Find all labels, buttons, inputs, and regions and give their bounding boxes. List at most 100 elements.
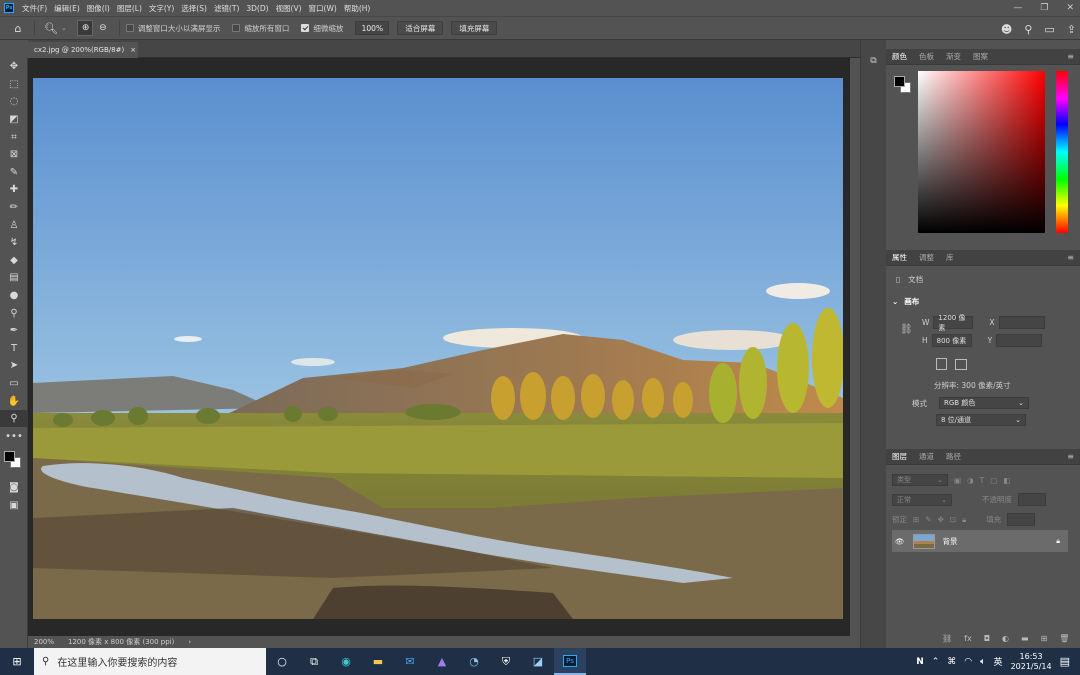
blend-mode-select[interactable]: 正常⌄ (892, 494, 952, 506)
close-tab-icon[interactable]: × (130, 46, 136, 54)
healing-brush-icon[interactable]: ✚ (0, 181, 28, 199)
frame-tool-icon[interactable]: ⊠ (0, 146, 28, 164)
tab-libraries[interactable]: 库 (946, 252, 954, 263)
chevron-up-icon[interactable]: ⌃ (932, 657, 940, 667)
marquee-tool-icon[interactable]: ⬚ (0, 76, 28, 94)
mode-select[interactable]: RGB 颜色⌄ (939, 397, 1029, 409)
new-layer-icon[interactable]: ⊞ (1041, 634, 1048, 643)
color-swatches[interactable] (0, 445, 28, 479)
screen-mode-icon[interactable]: ▣ (0, 497, 28, 515)
notes-icon[interactable]: ◪ (522, 648, 554, 675)
landscape-image[interactable] (33, 78, 843, 619)
hand-tool-icon[interactable]: ✋ (0, 392, 28, 410)
windows-start-icon[interactable]: ⊞ (0, 648, 34, 675)
tab-gradients[interactable]: 渐变 (946, 51, 961, 62)
restore-icon[interactable]: ❐ (1040, 3, 1048, 13)
lock-artboard-icon[interactable]: ⊡ (950, 515, 956, 524)
vertical-scrollbar[interactable] (850, 58, 860, 636)
volume-icon[interactable]: 🔈︎ (980, 657, 985, 667)
clock[interactable]: 16:53 2021/5/14 (1011, 652, 1052, 672)
chevron-down-icon[interactable]: ⌄ (61, 24, 67, 32)
blur-tool-icon[interactable]: ● (0, 287, 28, 305)
taskbar-search-box[interactable]: ⚲ 在这里输入你要搜索的内容 (34, 648, 266, 675)
tab-channels[interactable]: 通道 (919, 451, 934, 462)
lasso-tool-icon[interactable]: ◌ (0, 93, 28, 111)
lock-move-icon[interactable]: ✥ (938, 515, 944, 524)
fit-screen-button[interactable]: 适合屏幕 (397, 21, 443, 35)
add-mask-icon[interactable]: ◘ (984, 634, 990, 643)
app-icon[interactable]: ▲ (426, 648, 458, 675)
x-field[interactable] (999, 316, 1045, 329)
browser-icon[interactable]: ◔ (458, 648, 490, 675)
link-icon[interactable]: ⛓ (900, 324, 913, 335)
status-zoom[interactable]: 200% (34, 638, 54, 646)
zoom-tool-active-icon[interactable]: ⚲ (0, 410, 28, 428)
quick-mask-icon[interactable]: ◙ (0, 479, 28, 497)
delete-layer-icon[interactable]: 🗑︎ (1059, 634, 1069, 643)
opacity-field[interactable] (1018, 493, 1046, 506)
zoom-all-checkbox[interactable]: 缩放所有窗口 (232, 23, 289, 34)
notifications-icon[interactable]: ▤ (1060, 655, 1070, 668)
zoom-tool-icon[interactable]: 🔍︎ (41, 19, 61, 37)
filter-smart-icon[interactable]: ◧ (1003, 476, 1010, 485)
canvas-section-header[interactable]: ⌄ 画布 (892, 296, 919, 307)
portrait-icon[interactable] (936, 358, 947, 370)
layer-filter-select[interactable]: 类型⌄ (892, 474, 948, 486)
tab-properties[interactable]: 属性 (892, 252, 907, 263)
menu-3d[interactable]: 3D(D) (246, 4, 268, 13)
dodge-tool-icon[interactable]: ⚲ (0, 304, 28, 322)
pen-tool-icon[interactable]: ✒ (0, 322, 28, 340)
lock-all-icon[interactable]: 🔒︎ (962, 515, 966, 525)
cortana-icon[interactable]: ○ (266, 648, 298, 675)
clone-stamp-icon[interactable]: ♙ (0, 216, 28, 234)
eyedropper-tool-icon[interactable]: ✎ (0, 164, 28, 182)
task-view-icon[interactable]: ⧉ (298, 648, 330, 675)
fill-screen-button[interactable]: 填充屏幕 (451, 21, 497, 35)
filter-shape-icon[interactable]: ▢ (990, 476, 997, 485)
ime-indicator[interactable]: 英 (994, 655, 1003, 668)
filter-type-icon[interactable]: T (980, 476, 985, 485)
height-field[interactable]: 800 像素 (932, 334, 972, 347)
visibility-eye-icon[interactable]: 👁︎ (895, 537, 905, 546)
menu-type[interactable]: 文字(Y) (149, 3, 174, 14)
type-tool-icon[interactable]: T (0, 340, 28, 358)
depth-select[interactable]: 8 位/通道⌄ (936, 414, 1026, 426)
color-fg-swatch[interactable] (894, 76, 905, 87)
close-icon[interactable]: ✕ (1066, 3, 1074, 13)
security-icon[interactable]: ⛨ (490, 648, 522, 675)
menu-image[interactable]: 图像(I) (87, 3, 110, 14)
home-icon[interactable]: ⌂ (8, 19, 28, 37)
foreground-color-swatch[interactable] (4, 451, 15, 462)
rectangle-tool-icon[interactable]: ▭ (0, 375, 28, 393)
wifi-icon[interactable]: ◠ (964, 657, 972, 667)
adjustment-layer-icon[interactable]: ◐ (1002, 634, 1009, 643)
hue-slider[interactable] (1056, 71, 1068, 233)
search-icon[interactable]: ⚲ (1024, 23, 1032, 36)
zoom-in-icon[interactable]: ⊕ (77, 20, 93, 36)
fill-field[interactable] (1007, 513, 1035, 526)
menu-file[interactable]: 文件(F) (22, 3, 47, 14)
menu-edit[interactable]: 编辑(E) (54, 3, 80, 14)
panel-menu-icon[interactable]: ≡ (1067, 452, 1074, 461)
network-icon[interactable]: ⌘ (947, 657, 956, 667)
status-arrow-icon[interactable]: › (188, 638, 191, 646)
filter-pixel-icon[interactable]: ▣ (954, 476, 961, 485)
tab-color[interactable]: 颜色 (892, 51, 907, 62)
gradient-tool-icon[interactable]: ▤ (0, 269, 28, 287)
scrubby-zoom-checkbox[interactable]: 细微缩放 (301, 23, 343, 34)
color-picker-field[interactable] (918, 71, 1045, 233)
zoom-value-field[interactable]: 100% (355, 21, 389, 35)
y-field[interactable] (996, 334, 1042, 347)
menu-layer[interactable]: 图层(L) (117, 3, 142, 14)
photoshop-taskbar-icon[interactable]: Ps (554, 648, 586, 675)
tab-swatches[interactable]: 色板 (919, 51, 934, 62)
lock-paint-icon[interactable]: ✎ (925, 515, 931, 524)
file-explorer-icon[interactable]: ▬ (362, 648, 394, 675)
brush-tool-icon[interactable]: ✏ (0, 199, 28, 217)
document-tab[interactable]: cx2.jpg @ 200%(RGB/8#) × (28, 42, 138, 58)
panel-menu-icon[interactable]: ≡ (1067, 253, 1074, 262)
panel-menu-icon[interactable]: ≡ (1067, 52, 1074, 61)
fx-icon[interactable]: fx (964, 634, 972, 643)
crop-tool-icon[interactable]: ⌗ (0, 128, 28, 146)
filter-adjust-icon[interactable]: ◑ (967, 476, 974, 485)
